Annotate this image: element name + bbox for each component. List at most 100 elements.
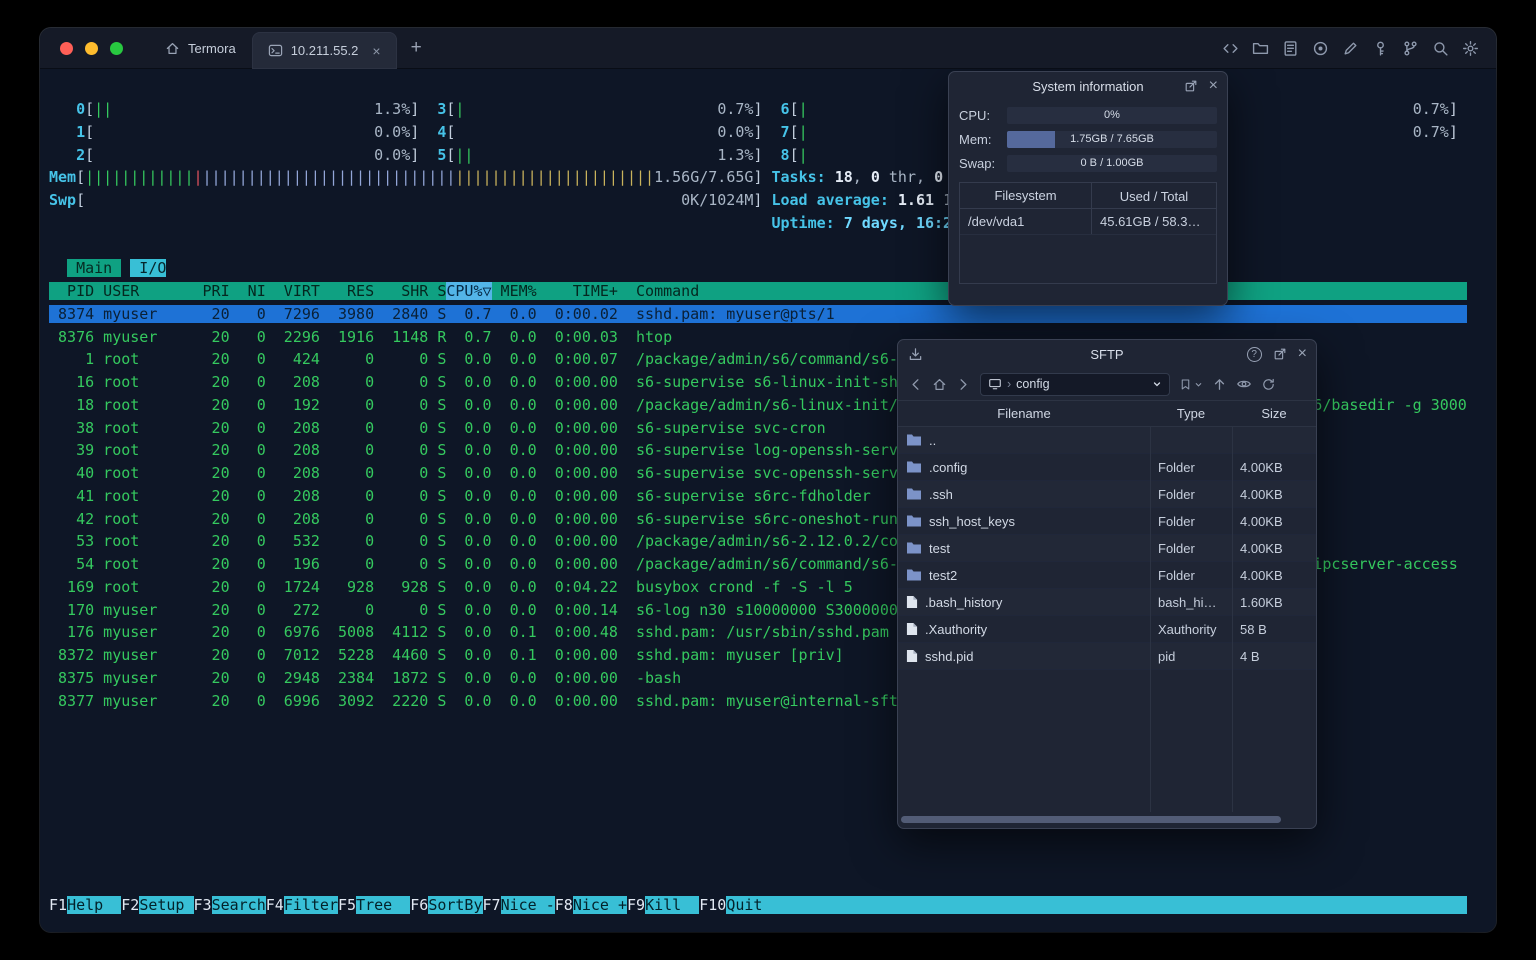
tab-home[interactable]: Termora xyxy=(149,28,252,68)
mem-usage-row: Mem: 1.75GB / 7.65GB xyxy=(959,130,1217,148)
fkey-f1[interactable]: F1 xyxy=(49,896,67,914)
filename-column-header[interactable]: Filename xyxy=(898,406,1150,421)
fkey-label-search[interactable]: Search xyxy=(211,896,266,915)
folder-icon xyxy=(906,433,922,447)
cpu-meter-row: 1[ 0.0%] 4[ 0.0%] 7[| 0.7%] xyxy=(76,122,1458,141)
record-icon[interactable] xyxy=(1312,40,1329,57)
tab-close-icon[interactable]: × xyxy=(372,43,380,59)
settings-icon[interactable] xyxy=(1462,40,1479,57)
back-icon[interactable] xyxy=(908,377,923,392)
folder-icon xyxy=(906,568,922,582)
file-row[interactable]: test Folder 4.00KB xyxy=(898,535,1316,562)
fkey-label-nice-[interactable]: Nice - xyxy=(500,896,555,915)
htop-tab-main[interactable]: Main xyxy=(67,259,122,278)
new-tab-button[interactable]: + xyxy=(397,28,436,68)
cpu-meter-1: 1 xyxy=(76,122,86,141)
used-total-cell: 45.61GB / 58.3… xyxy=(1100,214,1201,229)
fkey-label-filter[interactable]: Filter xyxy=(283,896,338,915)
file-row[interactable]: test2 Folder 4.00KB xyxy=(898,562,1316,589)
file-row[interactable]: .Xauthority Xauthority 58 B xyxy=(898,616,1316,643)
folder-icon xyxy=(906,541,922,555)
show-hidden-files-icon[interactable] xyxy=(1236,376,1252,392)
mem-label: Mem: xyxy=(959,131,992,147)
file-icon xyxy=(906,595,918,609)
path-segment[interactable]: config xyxy=(1016,377,1049,391)
fkey-label-help[interactable]: Help xyxy=(67,896,122,915)
filesystem-cell: /dev/vda1 xyxy=(960,209,1092,234)
help-icon[interactable]: ? xyxy=(1246,346,1262,362)
filesystem-table: Filesystem Used / Total /dev/vda1 45.61GB… xyxy=(959,182,1217,284)
uptime-row: Uptime: 7 days, 16:2 xyxy=(771,213,953,232)
filename-label: test2 xyxy=(929,567,958,583)
fkey-label-nice-[interactable]: Nice + xyxy=(572,896,627,915)
log-icon[interactable] xyxy=(1282,40,1299,57)
close-icon[interactable]: × xyxy=(1298,346,1307,362)
forward-icon[interactable] xyxy=(956,377,971,392)
file-row[interactable]: .config Folder 4.00KB xyxy=(898,454,1316,481)
fkey-f8[interactable]: F8 xyxy=(555,896,573,914)
fkey-label-kill[interactable]: Kill xyxy=(645,896,700,915)
path-breadcrumb[interactable]: › config xyxy=(980,372,1170,396)
fkey-f7[interactable]: F7 xyxy=(483,896,501,914)
close-icon[interactable]: × xyxy=(1209,78,1218,94)
folder-icon[interactable] xyxy=(1252,40,1269,57)
close-window-button[interactable] xyxy=(60,41,73,55)
popout-icon[interactable] xyxy=(1184,79,1198,93)
home-icon[interactable] xyxy=(932,377,947,392)
cpu-usage-row: CPU: 0% xyxy=(959,106,1217,124)
file-row[interactable]: .bash_history bash_hi… 1.60KB xyxy=(898,589,1316,616)
file-row[interactable]: ssh_host_keys Folder 4.00KB xyxy=(898,508,1316,535)
fkey-label-quit[interactable]: Quit xyxy=(726,896,781,915)
refresh-icon[interactable] xyxy=(1261,377,1276,392)
home-icon xyxy=(165,41,180,56)
bookmarks-button[interactable] xyxy=(1179,378,1203,391)
sftp-titlebar[interactable]: SFTP ? × xyxy=(898,340,1316,368)
transfers-icon[interactable] xyxy=(908,340,923,368)
fkey-label-setup[interactable]: Setup xyxy=(139,896,194,915)
process-table-header: PID USER PRI NI VIRT RES SHR SCPU%▽ MEM%… xyxy=(49,280,1467,303)
filename-cell: .Xauthority xyxy=(898,622,1150,637)
filename-cell: .bash_history xyxy=(898,595,1150,610)
code-icon[interactable] xyxy=(1222,40,1239,57)
filesystem-row[interactable]: /dev/vda1 45.61GB / 58.3… xyxy=(960,209,1216,235)
fkey-f4[interactable]: F4 xyxy=(266,896,284,914)
branch-icon[interactable] xyxy=(1402,40,1419,57)
search-icon[interactable] xyxy=(1432,40,1449,57)
system-information-titlebar[interactable]: System information × xyxy=(949,72,1227,100)
filename-cell: .config xyxy=(898,460,1150,475)
file-row[interactable]: .. xyxy=(898,427,1316,454)
popout-icon[interactable] xyxy=(1273,347,1287,361)
file-row[interactable]: sshd.pid pid 4 B xyxy=(898,643,1316,670)
filename-cell: .ssh xyxy=(898,487,1150,502)
maximize-window-button[interactable] xyxy=(110,41,123,55)
process-row[interactable]: 8374 myuser 20 0 7296 3980 2840 S 0.7 0.… xyxy=(49,303,1467,326)
size-cell: 1.60KB xyxy=(1240,594,1283,610)
type-column-header[interactable]: Type xyxy=(1150,406,1232,421)
horizontal-scrollbar[interactable] xyxy=(901,816,1281,823)
fkey-label-tree[interactable]: Tree xyxy=(356,896,411,915)
fkey-f3[interactable]: F3 xyxy=(194,896,212,914)
cpu-meter-0: 0 xyxy=(76,100,86,118)
htop-tab-io[interactable]: I/O xyxy=(130,259,167,278)
fkey-f6[interactable]: F6 xyxy=(410,896,428,914)
chevron-down-icon[interactable] xyxy=(1152,379,1162,389)
fkey-f9[interactable]: F9 xyxy=(627,896,645,914)
folder-icon xyxy=(906,514,922,528)
up-directory-icon[interactable] xyxy=(1212,377,1227,392)
fkey-f2[interactable]: F2 xyxy=(121,896,139,914)
pencil-icon[interactable] xyxy=(1342,40,1359,57)
size-column-header[interactable]: Size xyxy=(1232,406,1316,421)
system-information-panel: System information × CPU: 0% Mem: 1.75GB… xyxy=(948,71,1228,306)
fkey-f5[interactable]: F5 xyxy=(338,896,356,914)
terminal-area[interactable]: 0[|| 1.3%] 3[| 0.7%] 6[| 0.7%] 1[ 0.0%] … xyxy=(40,69,1496,932)
file-row[interactable]: .ssh Folder 4.00KB xyxy=(898,481,1316,508)
process-columns[interactable]: PID USER PRI NI VIRT RES SHR S xyxy=(49,282,447,300)
key-icon[interactable] xyxy=(1372,40,1389,57)
minimize-window-button[interactable] xyxy=(85,41,98,55)
tab-session[interactable]: 10.211.55.2 × xyxy=(251,32,397,69)
fkey-f10[interactable]: F10 xyxy=(699,896,726,914)
swap-meter-label: Swp xyxy=(49,191,77,209)
sort-column-cpu[interactable]: CPU%▽ xyxy=(446,282,492,300)
fkey-label-sortby[interactable]: SortBy xyxy=(428,896,483,915)
